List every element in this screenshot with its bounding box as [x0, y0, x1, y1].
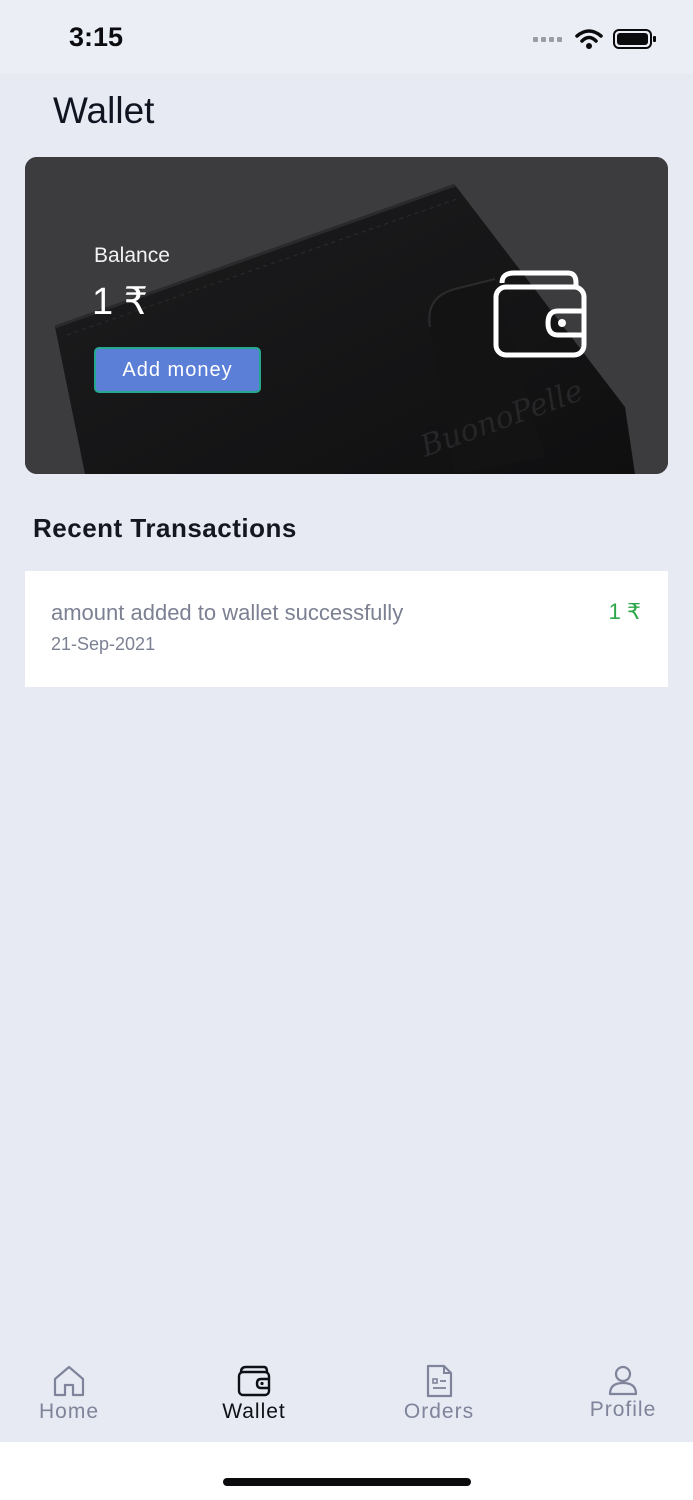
- recent-transactions-title: Recent Transactions: [33, 513, 297, 543]
- page-title: Wallet: [53, 90, 155, 131]
- home-indicator[interactable]: [223, 1478, 471, 1486]
- nav-label-home: Home: [38, 1400, 100, 1423]
- profile-icon: [608, 1365, 638, 1396]
- bottom-navigation: Home Wallet Orders Profile: [0, 1342, 693, 1442]
- transaction-description: amount added to wallet successfully: [51, 600, 404, 625]
- balance-card: BuonoPelle Balance 1 ₹ Add money: [25, 157, 668, 474]
- home-icon: [53, 1365, 85, 1397]
- status-time: 3:15: [69, 22, 124, 52]
- transaction-date: 21-Sep-2021: [51, 634, 156, 654]
- transaction-amount: 1 ₹: [608, 599, 641, 624]
- wallet-icon: [493, 270, 587, 358]
- nav-item-orders[interactable]: Orders: [379, 1364, 499, 1424]
- home-indicator-area: [0, 1442, 693, 1500]
- nav-item-wallet[interactable]: Wallet: [194, 1364, 314, 1424]
- status-icons: [533, 24, 657, 54]
- nav-label-profile: Profile: [589, 1398, 657, 1421]
- wallet-screen: 3:15 Wallet BuonoPelle Balance 1 ₹ Add m…: [0, 0, 693, 1500]
- status-bar: 3:15: [0, 0, 693, 74]
- nav-label-orders: Orders: [403, 1400, 475, 1423]
- nav-item-profile[interactable]: Profile: [563, 1364, 683, 1422]
- orders-document-icon: [426, 1364, 453, 1398]
- add-money-button[interactable]: Add money: [94, 347, 261, 393]
- wifi-icon: [575, 29, 603, 49]
- wallet-icon: [237, 1365, 271, 1397]
- balance-label: Balance: [94, 244, 170, 267]
- balance-amount: 1 ₹: [92, 281, 148, 323]
- transaction-item[interactable]: amount added to wallet successfully 21-S…: [25, 571, 668, 687]
- nav-label-wallet: Wallet: [222, 1400, 286, 1423]
- nav-item-home[interactable]: Home: [9, 1364, 129, 1424]
- signal-icon: [533, 37, 562, 42]
- battery-icon: [613, 29, 656, 49]
